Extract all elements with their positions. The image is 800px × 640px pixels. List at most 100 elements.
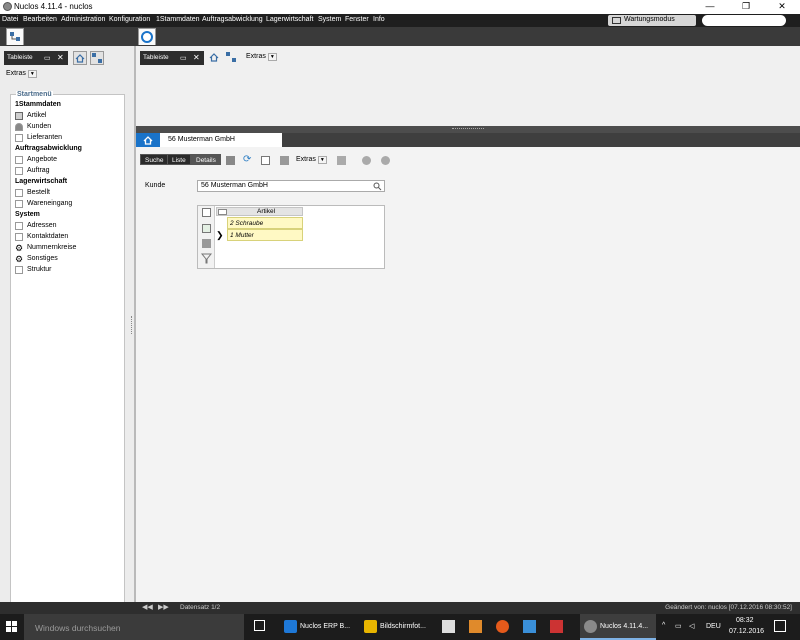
network-icon[interactable]: ▭ — [675, 622, 682, 630]
customer-value: 56 Musterman GmbH — [201, 182, 268, 189]
folder-icon — [364, 620, 377, 633]
record-nav-first-icon[interactable]: ◀◀ — [142, 603, 153, 611]
menu-item-label: Angebote — [27, 156, 57, 163]
notifications-icon[interactable] — [774, 620, 786, 632]
maintenance-mode-button[interactable]: Wartungsmodus — [608, 15, 696, 26]
left-tableiste[interactable]: Tableiste ▭ ✕ — [4, 51, 68, 65]
left-extras-menu[interactable]: Extras ▼ — [6, 70, 37, 78]
detail-extras-menu[interactable]: Extras ▼ — [296, 156, 327, 164]
group-auftragsabwicklung[interactable]: Auftragsabwicklung — [15, 145, 82, 152]
search-icon[interactable] — [373, 182, 382, 191]
tree-button[interactable] — [225, 51, 239, 65]
circle-icon[interactable] — [362, 156, 371, 165]
title-bar: Nuclos 4.11.4 - nuclos — ❐ ✕ — [0, 0, 800, 14]
home-button[interactable] — [73, 51, 87, 65]
clock-time[interactable]: 08:32 — [736, 617, 754, 624]
panel-splitter[interactable] — [131, 316, 134, 334]
close-button[interactable]: ✕ — [764, 0, 800, 14]
menu-fenster[interactable]: Fenster — [345, 16, 369, 23]
menu-system[interactable]: System — [318, 16, 341, 23]
firefox-icon[interactable] — [496, 620, 509, 633]
menu-item-label: Nummernkreise — [27, 244, 77, 251]
panel-divider[interactable] — [136, 126, 800, 133]
top-extras-menu[interactable]: Extras ▼ — [246, 53, 277, 61]
blank-icon — [15, 266, 23, 274]
top-panel: Tableiste ▭ ✕ Extras ▼ — [136, 46, 800, 126]
nuclos-home-tab[interactable] — [138, 28, 156, 45]
new-record-icon[interactable] — [261, 156, 270, 165]
menu-auftragsabwicklung[interactable]: Auftragsabwicklung — [202, 16, 263, 23]
menu-lagerwirtschaft[interactable]: Lagerwirtschaft — [266, 16, 313, 23]
select-all-icon[interactable] — [218, 209, 227, 215]
windows-search-box[interactable]: Windows durchsuchen — [24, 614, 244, 640]
top-tableiste[interactable]: Tableiste ▭ ✕ — [140, 51, 204, 65]
menu-konfiguration[interactable]: Konfiguration — [109, 16, 150, 23]
menu-bearbeiten[interactable]: Bearbeiten — [23, 16, 57, 23]
new-row-icon[interactable] — [202, 208, 211, 217]
window-icon: ▭ — [180, 55, 187, 62]
start-menu: Startmenü 1Stammdaten Artikel Kunden Lie… — [10, 91, 125, 604]
store-icon[interactable] — [442, 620, 455, 633]
tab-liste[interactable]: Liste — [167, 154, 191, 165]
row-cell: 1 Mutter — [230, 232, 254, 239]
tab-suche[interactable]: Suche — [140, 154, 169, 165]
maximize-button[interactable]: ❐ — [728, 0, 764, 14]
blank-icon — [15, 134, 23, 142]
app-logo-icon — [3, 2, 12, 11]
tab-details[interactable]: Details — [191, 154, 221, 165]
customer-field[interactable]: 56 Musterman GmbH — [197, 180, 385, 192]
delete-row-icon[interactable] — [202, 239, 211, 248]
circle-icon[interactable] — [381, 156, 390, 165]
close-icon[interactable]: ✕ — [193, 53, 200, 62]
subform-header[interactable]: Artikel — [216, 207, 303, 216]
windows-start-icon[interactable] — [6, 621, 18, 633]
network-app-icon[interactable] — [523, 620, 536, 633]
menu-stammdaten[interactable]: 1Stammdaten — [156, 16, 200, 23]
group-lagerwirtschaft[interactable]: Lagerwirtschaft — [15, 178, 67, 185]
maintenance-label: Wartungsmodus — [624, 16, 675, 23]
delete-icon[interactable] — [280, 156, 289, 165]
filter-icon[interactable] — [201, 253, 212, 264]
volume-icon[interactable]: ◁ — [689, 622, 694, 630]
gear-icon: ⚙ — [15, 243, 24, 253]
table-row[interactable]: 2 Schraube — [227, 217, 303, 229]
table-row[interactable]: 1 Mutter — [227, 229, 303, 241]
menu-administration[interactable]: Administration — [61, 16, 105, 23]
lock-icon[interactable] — [337, 156, 346, 165]
task-label: Bildschirmfot... — [380, 623, 426, 630]
clone-row-icon[interactable] — [202, 224, 211, 233]
menu-item-label: Kontaktdaten — [27, 233, 69, 240]
divider-grip[interactable] — [452, 128, 484, 130]
customer-tab[interactable]: 56 Musterman GmbH — [160, 133, 282, 147]
minimize-button[interactable]: — — [692, 0, 728, 14]
window-icon: ▭ — [44, 55, 51, 62]
record-nav-next-icon[interactable]: ▶▶ — [158, 603, 169, 611]
refresh-icon[interactable]: ⟳ — [243, 155, 252, 165]
tray-expand-icon[interactable]: ^ — [662, 622, 665, 629]
menu-datei[interactable]: Datei — [2, 16, 18, 23]
clock-date[interactable]: 07.12.2016 — [729, 628, 764, 635]
group-system[interactable]: System — [15, 211, 40, 218]
task-nuclos-erp[interactable]: Nuclos ERP B... — [280, 614, 356, 640]
start-menu-title: Startmenü — [16, 91, 53, 98]
group-stammdaten[interactable]: 1Stammdaten — [15, 101, 61, 108]
column-header-artikel[interactable]: Artikel — [257, 208, 275, 215]
grid-icon[interactable] — [226, 156, 235, 165]
app-red-icon[interactable] — [550, 620, 563, 633]
detail-home-tab[interactable] — [136, 133, 160, 147]
menu-info[interactable]: Info — [373, 16, 385, 23]
tree-view-tab[interactable] — [6, 28, 24, 45]
menu-item-label: Bestellt — [27, 189, 50, 196]
search-input[interactable] — [702, 15, 786, 26]
home-icon — [209, 53, 219, 62]
task-screenshot[interactable]: Bildschirmfot... — [360, 614, 436, 640]
current-row-arrow-icon: ❯ — [216, 230, 224, 240]
home-button[interactable] — [208, 51, 222, 65]
media-icon[interactable] — [469, 620, 482, 633]
nuclos-logo-icon — [141, 31, 153, 43]
task-view-icon[interactable] — [254, 620, 265, 631]
tree-button[interactable] — [90, 51, 104, 65]
close-icon[interactable]: ✕ — [57, 53, 64, 62]
task-nuclos-client[interactable]: Nuclos 4.11.4... — [580, 614, 656, 640]
language-indicator[interactable]: DEU — [706, 623, 721, 630]
